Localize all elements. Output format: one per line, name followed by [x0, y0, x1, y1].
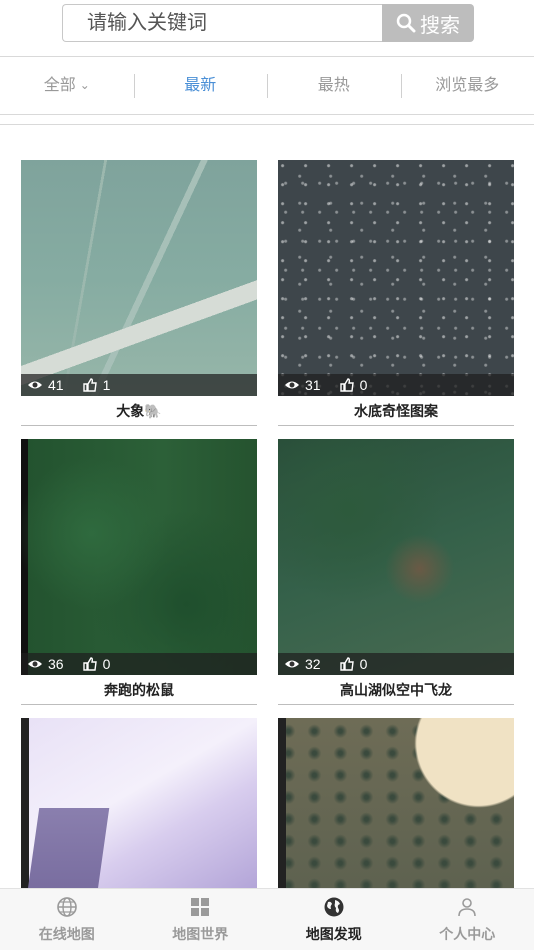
like-count: 0: [82, 656, 111, 672]
nav-online-map[interactable]: 在线地图: [0, 889, 134, 950]
divider: [0, 56, 534, 57]
view-count: 41: [27, 377, 64, 393]
like-count: 1: [82, 377, 111, 393]
like-count-value: 0: [102, 656, 111, 672]
filter-tab-label: 全部: [43, 77, 76, 94]
map-thumbnail[interactable]: 32 0: [278, 439, 514, 675]
like-count: 0: [339, 656, 368, 672]
card-stats: 36 0: [21, 653, 257, 675]
view-count: 32: [284, 656, 321, 672]
search-button[interactable]: 搜索: [382, 4, 474, 42]
nav-label: 个人中心: [439, 925, 496, 942]
chevron-down-icon: ⌄: [79, 78, 90, 92]
filter-tab-all[interactable]: 全部 ⌄: [0, 74, 134, 98]
filter-tab-label: 浏览最多: [435, 77, 500, 94]
card-stats: 41 1: [21, 374, 257, 396]
like-count-value: 0: [359, 377, 368, 393]
view-count-value: 36: [48, 656, 64, 672]
search-bar: 请输入关键词 搜索: [62, 4, 474, 42]
filter-tab-label: 最新: [184, 77, 217, 94]
divider: [0, 124, 534, 125]
map-thumbnail[interactable]: 36 0: [21, 439, 257, 675]
map-thumbnail[interactable]: [278, 718, 514, 888]
view-count-value: 32: [305, 656, 321, 672]
nav-label: 在线地图: [38, 925, 95, 942]
map-thumbnail[interactable]: [21, 718, 257, 888]
divider: [0, 114, 534, 115]
nav-label: 地图世界: [172, 925, 229, 942]
view-count-value: 41: [48, 377, 64, 393]
map-card[interactable]: [21, 718, 257, 888]
eye-icon: [285, 660, 299, 668]
view-count: 36: [27, 656, 64, 672]
map-card[interactable]: 31 0 水底奇怪图案: [278, 160, 514, 426]
map-thumbnail[interactable]: 41 1: [21, 160, 257, 396]
nav-map-world[interactable]: 地图世界: [134, 889, 268, 950]
view-count-value: 31: [305, 377, 321, 393]
like-count-value: 1: [102, 377, 111, 393]
search-icon: [396, 13, 416, 33]
eye-icon: [285, 381, 299, 389]
map-card[interactable]: 36 0 奔跑的松鼠: [21, 439, 257, 705]
nav-profile[interactable]: 个人中心: [401, 889, 534, 950]
view-count: 31: [284, 377, 321, 393]
thumbs-up-icon: [82, 378, 97, 392]
eye-icon: [28, 660, 42, 668]
card-stats: 31 0: [278, 374, 514, 396]
card-title: 水底奇怪图案: [278, 396, 514, 426]
eye-icon: [28, 381, 42, 389]
map-card[interactable]: 32 0 高山湖似空中飞龙: [278, 439, 514, 705]
earth-icon: [324, 897, 344, 916]
search-button-label: 搜索: [420, 14, 460, 37]
card-title: 奔跑的松鼠: [21, 675, 257, 705]
thumbs-up-icon: [339, 657, 354, 671]
filter-tab-hottest[interactable]: 最热: [267, 74, 401, 98]
thumbs-up-icon: [82, 657, 97, 671]
globe-icon: [56, 896, 77, 917]
map-card[interactable]: 41 1 大象🐘: [21, 160, 257, 426]
card-title: 高山湖似空中飞龙: [278, 675, 514, 705]
like-count-value: 0: [359, 656, 368, 672]
card-stats: 32 0: [278, 653, 514, 675]
grid-icon: [191, 897, 210, 916]
map-card[interactable]: [278, 718, 514, 888]
filter-tab-latest[interactable]: 最新: [133, 74, 268, 98]
nav-map-discover[interactable]: 地图发现: [267, 889, 401, 950]
thumbs-up-icon: [339, 378, 354, 392]
bottom-nav: 在线地图 地图世界 地图发现 个人中心: [0, 888, 534, 950]
map-thumbnail[interactable]: 31 0: [278, 160, 514, 396]
search-input[interactable]: 请输入关键词: [62, 4, 382, 42]
filter-tab-most-viewed[interactable]: 浏览最多: [400, 74, 534, 98]
card-title: 大象🐘: [21, 396, 257, 426]
filter-bar: 全部 ⌄ 最新 最热 浏览最多: [0, 66, 534, 106]
like-count: 0: [339, 377, 368, 393]
nav-label: 地图发现: [305, 925, 362, 942]
user-icon: [458, 897, 477, 916]
filter-tab-label: 最热: [317, 77, 350, 94]
